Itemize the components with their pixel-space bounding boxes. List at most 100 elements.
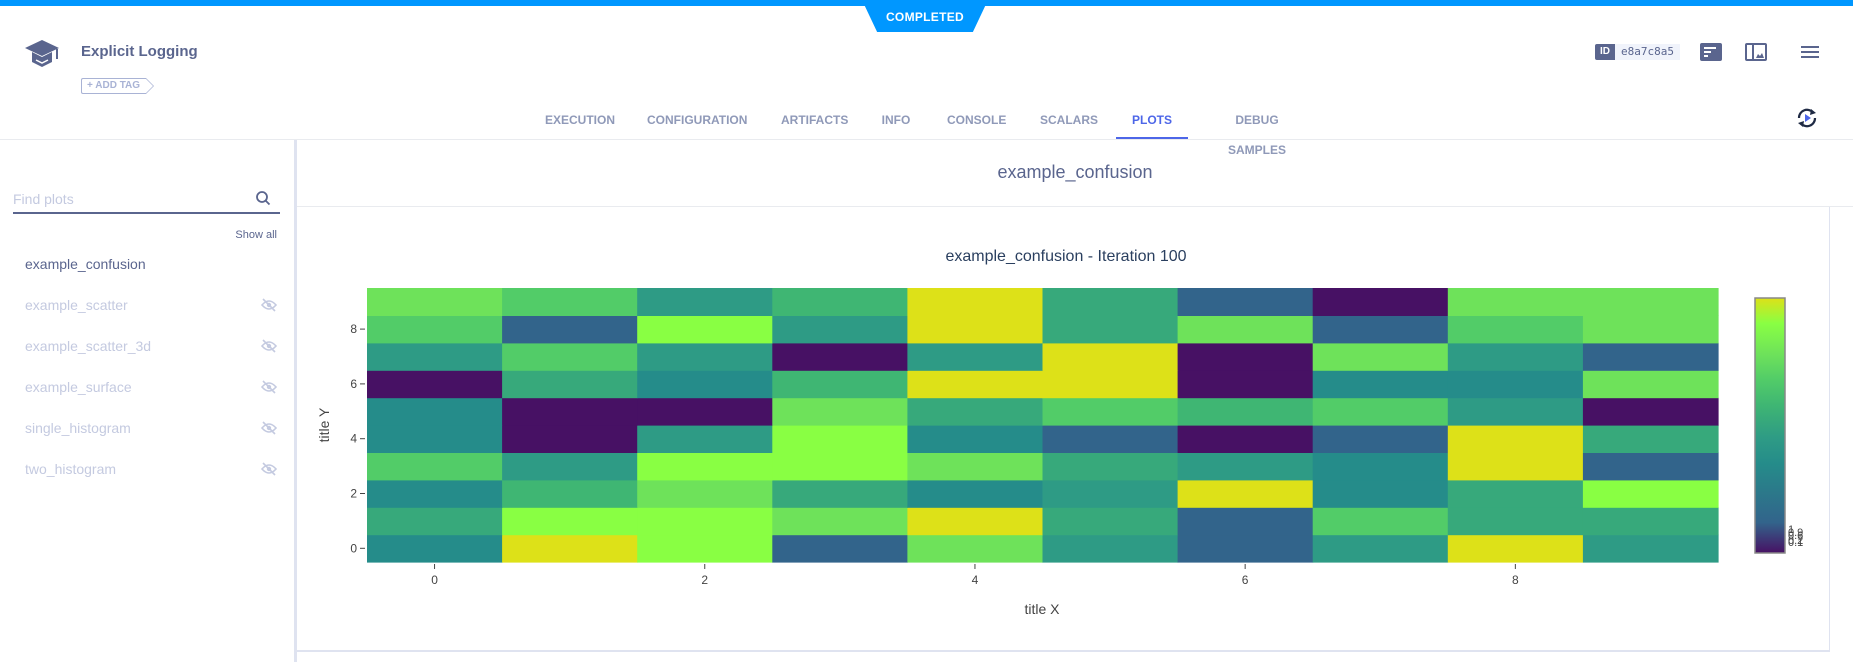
heatmap-cell[interactable]: [1312, 288, 1449, 316]
heatmap-cell[interactable]: [637, 397, 773, 426]
heatmap-cell[interactable]: [1042, 370, 1179, 399]
auto-refresh-icon[interactable]: [1795, 106, 1819, 130]
tab-configuration[interactable]: CONFIGURATION: [647, 105, 747, 139]
add-tag-button[interactable]: + ADD TAG: [81, 78, 155, 94]
heatmap-cell[interactable]: [1582, 507, 1719, 536]
heatmap-cell[interactable]: [772, 452, 908, 481]
heatmap-cell[interactable]: [367, 370, 503, 399]
heatmap-cell[interactable]: [1312, 315, 1449, 344]
heatmap-cell[interactable]: [1042, 315, 1179, 344]
heatmap-cell[interactable]: [907, 342, 1044, 371]
heatmap-cell[interactable]: [907, 370, 1044, 399]
heatmap-cell[interactable]: [502, 315, 638, 344]
heatmap-cell[interactable]: [502, 425, 638, 453]
heatmap-cell[interactable]: [637, 507, 773, 536]
heatmap-cell[interactable]: [1177, 315, 1314, 344]
heatmap-cell[interactable]: [1177, 342, 1314, 371]
heatmap-cell[interactable]: [772, 534, 908, 563]
heatmap-cell[interactable]: [1447, 479, 1584, 508]
heatmap-cell[interactable]: [907, 397, 1044, 426]
heatmap-cell[interactable]: [502, 452, 638, 481]
tab-debug-samples[interactable]: DEBUG SAMPLES: [1208, 105, 1306, 157]
heatmap-cell[interactable]: [1447, 342, 1584, 371]
heatmap-cell[interactable]: [367, 342, 503, 371]
heatmap-chart[interactable]: example_confusion - Iteration 100 title …: [0, 140, 1853, 662]
heatmap-cell[interactable]: [1177, 370, 1314, 399]
heatmap-cell[interactable]: [907, 288, 1044, 316]
heatmap-cell[interactable]: [367, 288, 503, 316]
heatmap-cell[interactable]: [1042, 397, 1179, 426]
tab-artifacts[interactable]: ARTIFACTS: [781, 105, 848, 139]
tab-scalars[interactable]: SCALARS: [1040, 105, 1098, 139]
heatmap-cell[interactable]: [1312, 397, 1449, 426]
tab-plots[interactable]: PLOTS: [1116, 105, 1188, 139]
heatmap-cell[interactable]: [637, 315, 773, 344]
heatmap-cell[interactable]: [637, 425, 773, 453]
heatmap-cell[interactable]: [367, 534, 503, 563]
heatmap-cell[interactable]: [907, 534, 1044, 563]
heatmap-cell[interactable]: [502, 534, 638, 563]
heatmap-cell[interactable]: [367, 452, 503, 481]
heatmap-cell[interactable]: [502, 397, 638, 426]
heatmap-cell[interactable]: [772, 288, 908, 316]
layout-toggle-icon[interactable]: [1745, 43, 1767, 61]
heatmap-cell[interactable]: [637, 452, 773, 481]
heatmap-cell[interactable]: [1042, 288, 1179, 316]
heatmap-cell[interactable]: [1447, 452, 1584, 481]
heatmap-cell[interactable]: [1447, 507, 1584, 536]
menu-icon[interactable]: [1800, 43, 1822, 61]
experiment-id-badge[interactable]: ID e8a7c8a5: [1595, 44, 1680, 60]
heatmap-cell[interactable]: [1042, 342, 1179, 371]
heatmap-cell[interactable]: [907, 479, 1044, 508]
heatmap-cell[interactable]: [637, 342, 773, 371]
tab-info[interactable]: INFO: [881, 105, 911, 139]
heatmap-cell[interactable]: [1447, 397, 1584, 426]
heatmap-cell[interactable]: [637, 370, 773, 399]
heatmap-cell[interactable]: [1447, 288, 1584, 316]
heatmap-cell[interactable]: [502, 342, 638, 371]
heatmap-cell[interactable]: [1042, 479, 1179, 508]
heatmap-cell[interactable]: [1042, 452, 1179, 481]
heatmap-cell[interactable]: [907, 452, 1044, 481]
heatmap-cell[interactable]: [502, 479, 638, 508]
heatmap-cell[interactable]: [502, 507, 638, 536]
heatmap-cell[interactable]: [1447, 370, 1584, 399]
heatmap-cell[interactable]: [1042, 534, 1179, 563]
heatmap-cell[interactable]: [1177, 534, 1314, 563]
heatmap-cell[interactable]: [1312, 534, 1449, 563]
heatmap-cell[interactable]: [907, 315, 1044, 344]
heatmap-cell[interactable]: [772, 397, 908, 426]
heatmap-cell[interactable]: [772, 425, 908, 453]
heatmap-cell[interactable]: [772, 315, 908, 344]
heatmap-cell[interactable]: [1177, 507, 1314, 536]
heatmap-cell[interactable]: [502, 370, 638, 399]
heatmap-cell[interactable]: [1312, 342, 1449, 371]
heatmap-cell[interactable]: [1582, 342, 1719, 371]
heatmap-cell[interactable]: [1582, 479, 1719, 508]
heatmap-cell[interactable]: [1447, 534, 1584, 563]
heatmap-cell[interactable]: [367, 479, 503, 508]
heatmap-cell[interactable]: [907, 507, 1044, 536]
heatmap-cell[interactable]: [367, 507, 503, 536]
heatmap-cell[interactable]: [1042, 425, 1179, 453]
heatmap-cell[interactable]: [772, 507, 908, 536]
heatmap-cell[interactable]: [502, 288, 638, 316]
tab-execution[interactable]: EXECUTION: [545, 105, 615, 139]
heatmap-cell[interactable]: [1582, 315, 1719, 344]
heatmap-cell[interactable]: [1447, 425, 1584, 453]
heatmap-cell[interactable]: [1312, 452, 1449, 481]
heatmap-cell[interactable]: [907, 425, 1044, 453]
heatmap-cell[interactable]: [1312, 507, 1449, 536]
heatmap-cell[interactable]: [1582, 452, 1719, 481]
heatmap-cell[interactable]: [367, 397, 503, 426]
id-value[interactable]: e8a7c8a5: [1615, 44, 1680, 60]
tab-console[interactable]: CONSOLE: [947, 105, 1006, 139]
heatmap-cell[interactable]: [1582, 288, 1719, 316]
heatmap-cell[interactable]: [1312, 425, 1449, 453]
heatmap-cell[interactable]: [637, 479, 773, 508]
heatmap-cell[interactable]: [367, 315, 503, 344]
heatmap-cell[interactable]: [1042, 507, 1179, 536]
heatmap-cell[interactable]: [1582, 534, 1719, 563]
heatmap-cell[interactable]: [772, 370, 908, 399]
heatmap-cell[interactable]: [1177, 479, 1314, 508]
